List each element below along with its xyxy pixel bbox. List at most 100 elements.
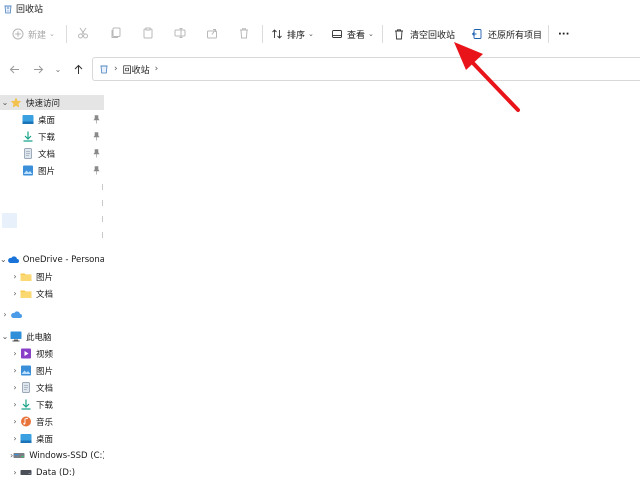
sidebar-item-documents[interactable]: 文档	[0, 146, 104, 161]
cut-button[interactable]	[75, 25, 91, 41]
chevron-down-icon[interactable]: ⌄	[0, 255, 7, 264]
chevron-right-icon[interactable]: ›	[10, 383, 20, 392]
sidebar-item-onedrive-pictures[interactable]: › 图片	[0, 269, 104, 284]
paste-icon	[143, 27, 153, 39]
recycle-bin-icon	[4, 5, 12, 13]
sidebar-item-videos[interactable]: › 视频	[0, 346, 104, 361]
sidebar-item-pc-pictures[interactable]: › 图片	[0, 363, 104, 378]
sidebar-item-pictures[interactable]: 图片	[0, 163, 104, 178]
breadcrumb-recycle-bin[interactable]: 回收站	[123, 63, 150, 76]
chevron-right-icon[interactable]: ›	[10, 289, 20, 298]
drive-icon	[20, 470, 32, 475]
arrow-up-icon	[74, 64, 82, 74]
scrollbar-tick	[102, 232, 103, 238]
copy-icon	[111, 27, 121, 38]
toolbar-divider	[548, 25, 549, 43]
folder-icon	[20, 273, 32, 281]
empty-recycle-bin-label: 清空回收站	[410, 30, 456, 41]
view-button[interactable]: 查看 ⌄	[331, 22, 374, 46]
sidebar-item-music[interactable]: › 音乐	[0, 414, 104, 429]
sort-button[interactable]: 排序 ⌄	[271, 22, 314, 46]
rename-button[interactable]	[172, 25, 188, 41]
scrollbar-tick	[102, 184, 103, 190]
sidebar-item-label: 下载	[36, 400, 54, 411]
chevron-right-icon[interactable]: ›	[10, 349, 20, 358]
chevron-down-icon[interactable]: ⌄	[0, 98, 10, 107]
empty-recycle-bin-button[interactable]: 清空回收站	[393, 22, 455, 46]
sort-icon	[272, 29, 282, 39]
sidebar-item-label: 桌面	[38, 115, 56, 126]
desktop-folder-icon	[20, 434, 32, 443]
share-button[interactable]	[204, 25, 220, 41]
sidebar-item-drive-c[interactable]: › Windows-SSD (C:)	[0, 448, 104, 463]
sidebar-item-label: 此电脑	[26, 332, 52, 343]
documents-icon	[24, 148, 32, 159]
chevron-down-icon[interactable]: ⌄	[0, 332, 10, 341]
music-icon	[21, 416, 31, 427]
sidebar-item-desktop[interactable]: 桌面	[0, 112, 104, 127]
videos-icon	[21, 348, 31, 359]
restore-all-button[interactable]: 还原所有项目	[471, 22, 542, 46]
documents-icon	[22, 382, 30, 393]
sidebar-item-label: 文档	[38, 149, 56, 160]
sidebar-item-quick-access[interactable]: ⌄ 快速访问	[0, 95, 104, 110]
sidebar-item-label: 视频	[36, 349, 54, 360]
pin-icon	[93, 149, 100, 158]
back-button[interactable]	[6, 61, 22, 77]
sidebar-item-cloud[interactable]: ›	[0, 307, 104, 322]
title-bar: 回收站	[0, 0, 640, 17]
new-button[interactable]: 新建 ⌄	[12, 22, 55, 46]
chevron-right-icon[interactable]: ›	[10, 366, 20, 375]
sidebar-item-pc-downloads[interactable]: › 下载	[0, 397, 104, 412]
chevron-down-icon: ⌄	[368, 30, 374, 38]
file-list-area[interactable]	[106, 88, 640, 480]
sidebar-item-pc-documents[interactable]: › 文档	[0, 380, 104, 395]
chevron-right-icon[interactable]: ›	[155, 64, 159, 74]
chevron-right-icon[interactable]: ›	[114, 64, 118, 74]
window-title: 回收站	[16, 5, 44, 15]
delete-button[interactable]	[236, 25, 252, 41]
toolbar-divider	[262, 25, 263, 43]
paste-button[interactable]	[140, 25, 156, 41]
chevron-right-icon[interactable]: ›	[0, 310, 10, 319]
sidebar-item-label: 桌面	[36, 434, 54, 445]
recent-locations-button[interactable]: ⌄	[50, 61, 66, 77]
sidebar-item-onedrive[interactable]: ⌄ OneDrive - Persona	[0, 252, 104, 267]
pictures-icon	[21, 365, 31, 376]
share-icon	[207, 29, 217, 39]
command-bar: 新建 ⌄ 排序 ⌄ 查看 ⌄ 清空回收站 还原所有项目 ···	[0, 17, 640, 50]
forward-button[interactable]	[30, 61, 46, 77]
more-options-button[interactable]: ···	[558, 22, 569, 46]
chevron-right-icon[interactable]: ›	[10, 434, 20, 443]
new-label: 新建	[28, 30, 47, 41]
chevron-right-icon[interactable]: ›	[10, 417, 20, 426]
chevron-right-icon[interactable]: ›	[10, 400, 20, 409]
sidebar-item-drive-d[interactable]: › Data (D:)	[0, 465, 104, 480]
pin-icon	[93, 132, 100, 141]
sidebar-item-label: 文档	[36, 383, 54, 394]
arrow-right-icon	[33, 65, 43, 73]
sidebar-item-pc-desktop[interactable]: › 桌面	[0, 431, 104, 446]
up-button[interactable]	[70, 61, 86, 77]
plus-circle-icon	[12, 28, 24, 40]
restore-icon	[471, 29, 482, 39]
chevron-down-icon: ⌄	[308, 30, 314, 38]
address-bar[interactable]: › 回收站 ›	[92, 57, 640, 81]
download-icon	[23, 131, 33, 142]
chevron-right-icon[interactable]: ›	[10, 272, 20, 281]
restore-all-label: 还原所有项目	[488, 30, 543, 41]
sidebar-item-label: 快速访问	[26, 98, 61, 109]
sidebar-item-this-pc[interactable]: ⌄ 此电脑	[0, 329, 104, 344]
sidebar-item-recycle-bin[interactable]	[2, 213, 17, 228]
copy-button[interactable]	[108, 25, 124, 41]
sidebar-item-downloads[interactable]: 下载	[0, 129, 104, 144]
rename-icon	[174, 28, 186, 38]
sidebar-item-onedrive-documents[interactable]: › 文档	[0, 286, 104, 301]
pictures-icon	[23, 165, 33, 176]
sidebar-item-label: 图片	[38, 166, 56, 177]
toolbar-divider	[382, 25, 383, 43]
cut-icon	[78, 27, 88, 39]
sidebar-item-label: Windows-SSD (C:)	[29, 450, 104, 461]
chevron-right-icon[interactable]: ›	[10, 468, 20, 477]
sidebar-item-label: Data (D:)	[36, 467, 76, 478]
